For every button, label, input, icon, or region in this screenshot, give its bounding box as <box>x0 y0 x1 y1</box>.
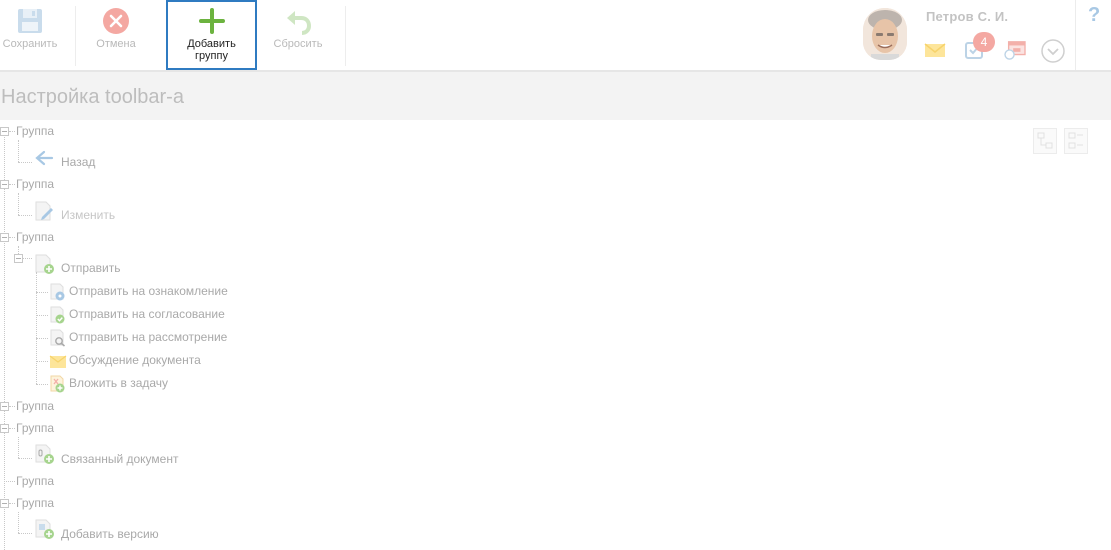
floppy-disk-icon <box>18 9 42 33</box>
item-label: Назад <box>61 155 96 169</box>
item-label: Изменить <box>61 208 116 222</box>
tree-connector <box>9 131 15 132</box>
cancel-button[interactable]: Отмена <box>85 0 147 70</box>
back-arrow-icon <box>35 150 54 166</box>
attach-task-icon <box>50 375 65 393</box>
undo-arrow-icon <box>287 11 312 35</box>
add-version-icon <box>35 519 54 539</box>
collapse-all-button[interactable] <box>1064 128 1088 154</box>
user-panel: Петров С. И. 4 <box>860 0 1075 70</box>
tree-connector <box>18 193 19 215</box>
add-group-button[interactable]: Добавить группу <box>166 0 257 70</box>
item-label: Отправить <box>61 261 121 275</box>
avatar-photo-icon <box>863 8 907 60</box>
chevron-down-circle-icon[interactable] <box>1041 39 1065 63</box>
close-circle-icon <box>103 8 129 34</box>
add-group-text: Добавить группу <box>187 38 236 62</box>
item-label: Вложить в задачу <box>69 376 169 390</box>
plus-icon <box>198 8 225 34</box>
cancel-label: Отмена <box>96 38 136 50</box>
tree-connector <box>36 272 37 384</box>
tree-connector <box>4 130 5 550</box>
user-avatar[interactable] <box>863 8 907 60</box>
approval-document-icon <box>50 306 65 324</box>
collapse-toggle[interactable] <box>0 180 9 189</box>
tree-connector <box>18 512 19 533</box>
tree-connector <box>9 184 15 185</box>
item-label: Связанный документ <box>61 452 179 466</box>
collapse-toggle[interactable] <box>0 402 9 411</box>
tree-connector <box>36 292 48 293</box>
review-document-icon <box>50 283 65 301</box>
page-title: Настройка toolbar-а <box>1 86 184 108</box>
tree-connector <box>36 384 48 385</box>
save-label: Сохранить <box>2 38 58 50</box>
collapse-toggle[interactable] <box>0 127 9 136</box>
magnifier-document-icon <box>50 329 66 347</box>
item-label: Добавить версию <box>61 527 159 541</box>
collapse-toggle[interactable] <box>0 424 9 433</box>
linked-document-icon <box>35 444 54 464</box>
add-group-label: Добавить группу <box>168 38 255 62</box>
toolbar-divider <box>345 6 346 66</box>
item-label: Отправить на ознакомление <box>69 284 228 298</box>
help-icon[interactable]: ? <box>1088 4 1100 27</box>
reset-label: Сбросить <box>273 38 323 50</box>
user-name[interactable]: Петров С. И. <box>926 9 1008 24</box>
tree-connector <box>9 237 15 238</box>
tree-connector <box>36 361 48 362</box>
collapse-toggle[interactable] <box>0 233 9 242</box>
group-label: Группа <box>16 230 55 244</box>
tree-connector <box>18 140 19 162</box>
group-label: Группа <box>16 177 55 191</box>
tree-connector <box>18 533 32 534</box>
tasks-count-badge: 4 <box>973 32 995 52</box>
discussion-envelope-icon <box>49 355 67 368</box>
tree-connector <box>18 437 19 458</box>
toolbar-tree: Группа Назад Группа Изменить Группа Отпр… <box>0 120 1111 550</box>
tree-connector <box>18 458 32 459</box>
tree-expand-icon <box>1037 132 1053 149</box>
group-label: Группа <box>16 399 55 413</box>
item-label: Отправить на рассмотрение <box>69 330 228 344</box>
toolbar-divider <box>75 6 76 66</box>
toolbar: Сохранить Отмена Добавить группу Сбросит… <box>0 0 1111 72</box>
tree-connector <box>36 315 48 316</box>
edit-document-icon <box>35 201 53 221</box>
group-label: Группа <box>16 124 55 138</box>
reset-button[interactable]: Сбросить <box>262 0 334 70</box>
group-label: Группа <box>16 421 55 435</box>
tree-connector <box>9 503 15 504</box>
tree-collapse-icon <box>1068 132 1083 149</box>
expand-all-button[interactable] <box>1033 128 1057 154</box>
group-label: Группа <box>16 474 55 488</box>
collapse-toggle[interactable] <box>0 499 9 508</box>
tree-connector <box>23 258 32 259</box>
page-header: Настройка toolbar-а <box>0 72 1111 120</box>
tree-connector <box>9 428 15 429</box>
item-label: Отправить на согласование <box>69 307 225 321</box>
tree-connector <box>4 481 15 482</box>
collapse-toggle[interactable] <box>14 254 23 263</box>
tree-connector <box>18 162 32 163</box>
tree-connector <box>18 215 32 216</box>
mail-icon[interactable] <box>924 40 946 60</box>
tree-connector <box>36 338 48 339</box>
group-label: Группа <box>16 496 55 510</box>
toolbar-divider <box>1075 0 1076 70</box>
tree-connector <box>9 406 15 407</box>
save-button[interactable]: Сохранить <box>0 0 60 70</box>
calendar-clock-icon[interactable] <box>1002 40 1028 60</box>
item-label: Обсуждение документа <box>69 353 201 367</box>
